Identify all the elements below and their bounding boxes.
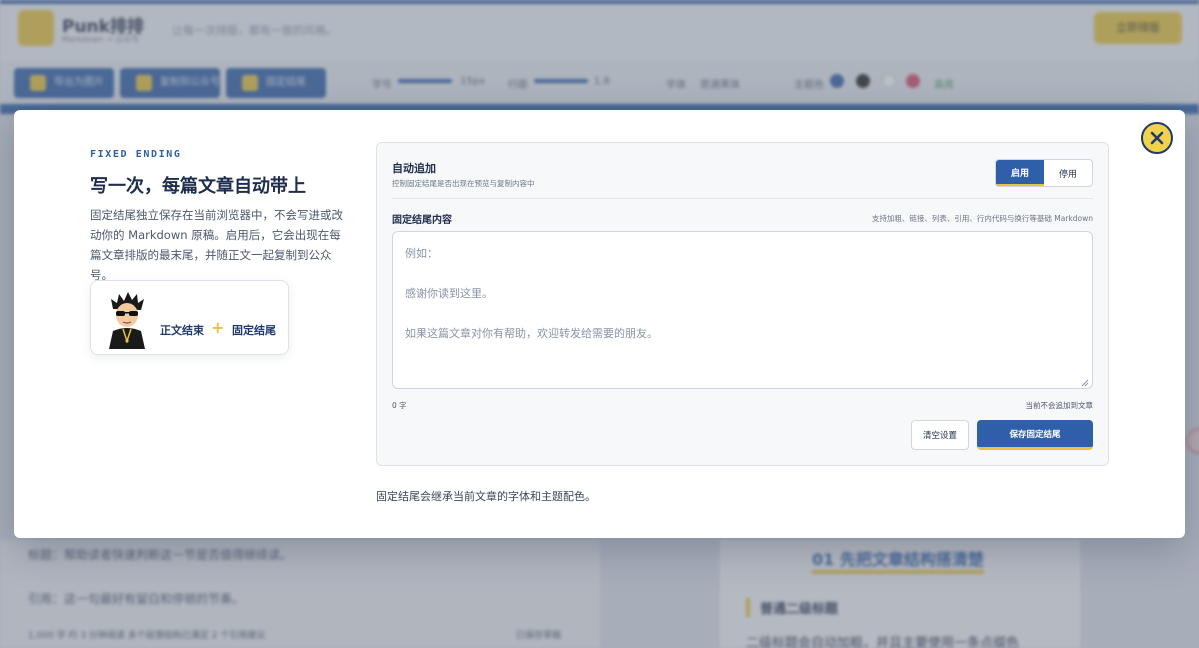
auto-append-label: 自动追加 [392,162,436,175]
save-fixed-ending-button[interactable]: 保存固定结尾 [977,420,1093,450]
auto-append-hint: 控制固定结尾是否出现在预览与复制内容中 [392,179,535,188]
toggle-enable-button[interactable]: 启用 [996,160,1044,186]
toggle-disable-button[interactable]: 停用 [1044,160,1092,186]
avatar-icon [109,292,145,349]
modal-eyebrow: FIXED ENDING [90,149,182,160]
close-button[interactable] [1141,122,1173,154]
preview-label-body-end: 正文结束 [160,324,204,337]
clear-settings-button[interactable]: 清空设置 [911,420,969,450]
ending-preview-card: 正文结束 + 固定结尾 [90,280,289,355]
modal-footnote: 固定结尾会继承当前文章的字体和主题配色。 [376,490,596,503]
append-status: 当前不会追加到文章 [1025,401,1094,410]
settings-panel: 自动追加 控制固定结尾是否出现在预览与复制内容中 启用 停用 固定结尾内容 支持… [376,142,1109,466]
divider [392,198,1093,199]
char-count: 0 字 [392,401,407,410]
modal-description: 固定结尾独立保存在当前浏览器中，不会写进或改动你的 Markdown 原稿。启用… [90,208,343,282]
content-hint: 支持加粗、链接、列表、引用、行内代码与换行等基础 Markdown [871,214,1093,223]
auto-append-toggle: 启用 停用 [995,159,1093,187]
resize-handle-icon[interactable] [1081,379,1089,387]
plus-icon: + [211,318,225,337]
modal-title: 写一次，每篇文章自动带上 [90,176,306,197]
fixed-ending-textarea[interactable] [392,231,1093,389]
close-icon [1150,131,1164,145]
content-label: 固定结尾内容 [392,215,452,226]
fixed-ending-modal: FIXED ENDING 写一次，每篇文章自动带上 固定结尾独立保存在当前浏览器… [14,110,1185,538]
preview-label-fixed-ending: 固定结尾 [232,324,276,337]
